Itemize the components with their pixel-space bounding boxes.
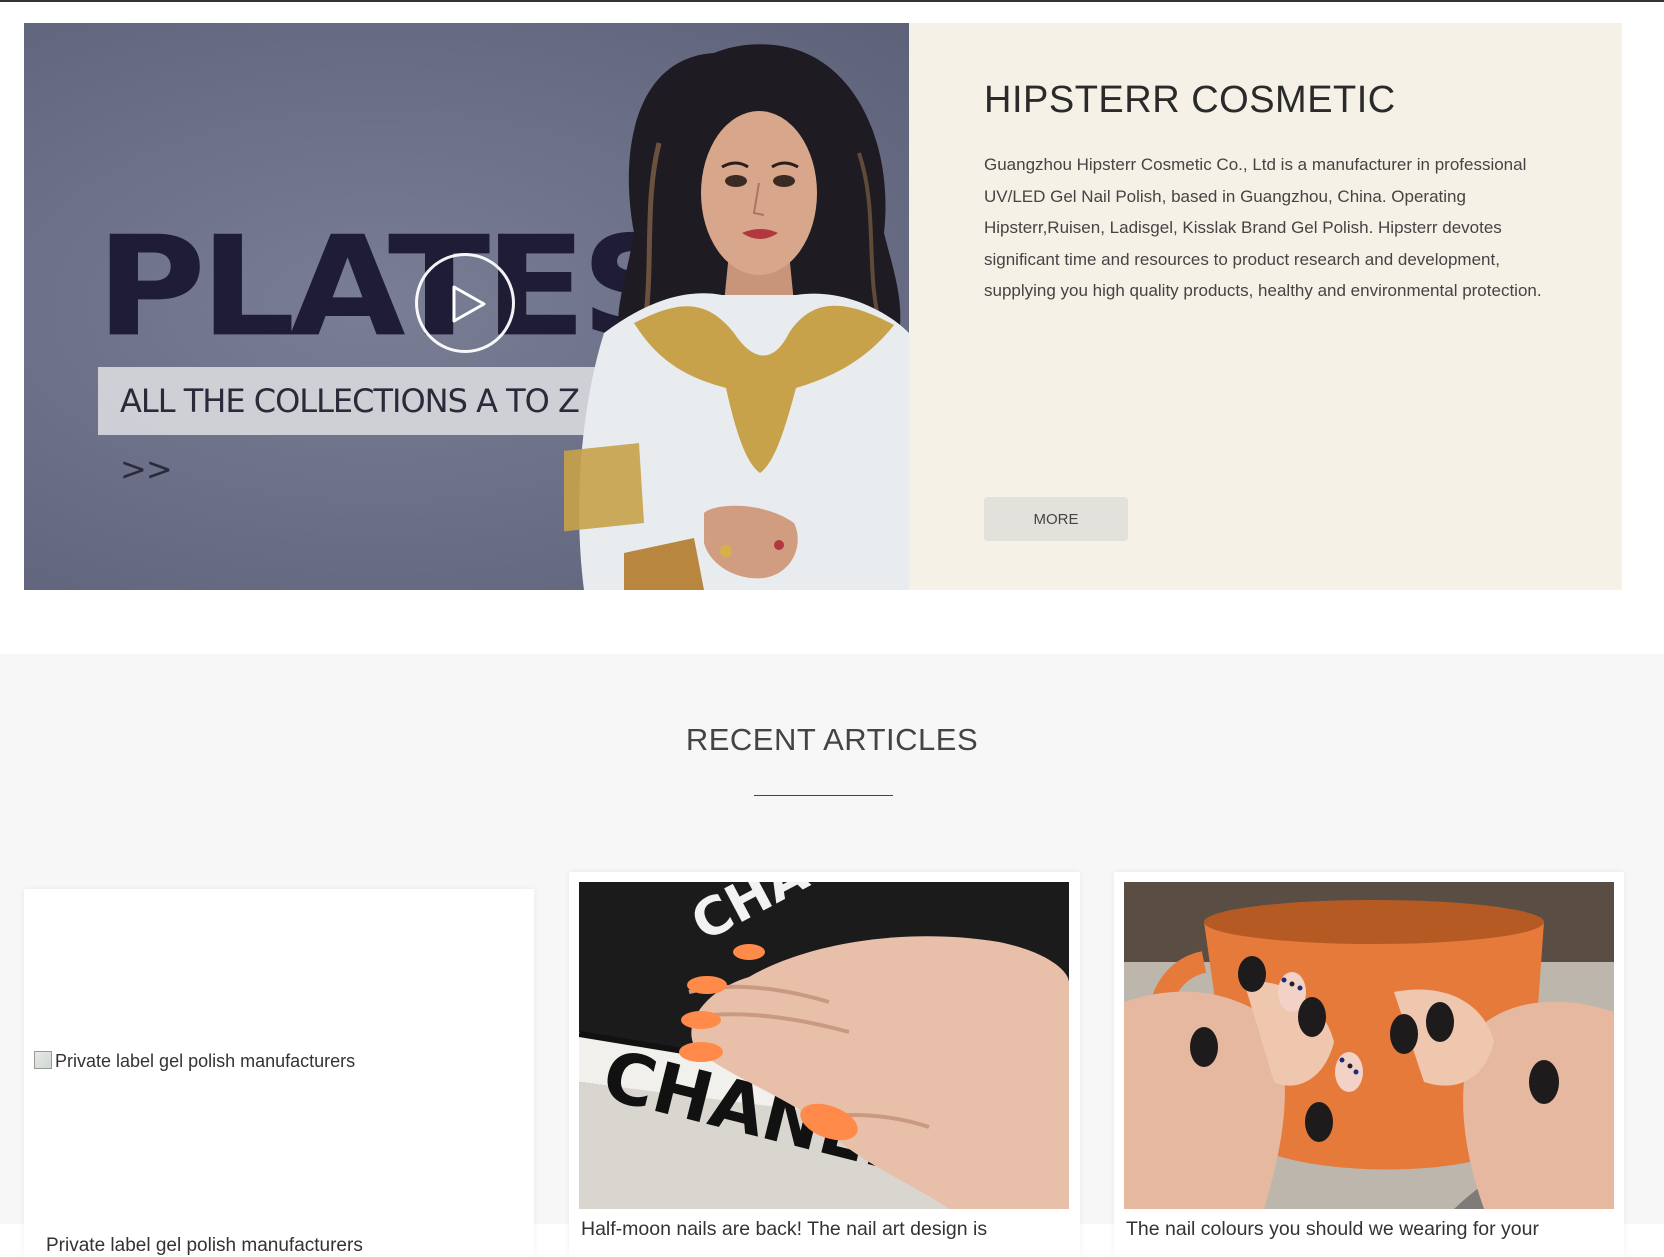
title-divider	[754, 795, 893, 796]
top-border	[0, 0, 1664, 2]
image-alt-text: Private label gel polish manufacturers	[55, 1051, 356, 1071]
play-button[interactable]	[415, 253, 515, 353]
video-thumbnail[interactable]: PLATES ALL THE COLLECTIONS A TO Z >>	[24, 23, 909, 590]
about-panel: HIPSTERR COSMETIC Guangzhou Hipsterr Cos…	[909, 23, 1622, 590]
about-section: PLATES ALL THE COLLECTIONS A TO Z >> HIP…	[24, 23, 1622, 590]
model-illustration	[564, 44, 909, 590]
section-title: RECENT ARTICLES	[685, 722, 979, 757]
broken-image-icon	[34, 1051, 52, 1069]
article-card[interactable]: Private label gel polish manufacturers P…	[24, 889, 534, 1257]
article-image[interactable]: CHANEL CHA	[579, 882, 1069, 1209]
article-card[interactable]: CHANEL CHA Half-moon nails are back! The…	[569, 872, 1080, 1257]
company-title: HIPSTERR COSMETIC	[984, 79, 1396, 121]
article-title[interactable]: Private label gel polish manufacturers	[46, 1235, 363, 1257]
more-button[interactable]: MORE	[984, 497, 1128, 541]
video-banner-text: ALL THE COLLECTIONS A TO Z >>	[98, 367, 598, 488]
article-image-broken[interactable]: Private label gel polish manufacturers	[34, 1051, 355, 1072]
article-title[interactable]: Half-moon nails are back! The nail art d…	[581, 1218, 987, 1241]
article-image[interactable]	[1124, 882, 1614, 1209]
recent-articles-section: RECENT ARTICLES Private label gel polish…	[0, 654, 1664, 1257]
article-title[interactable]: The nail colours you should we wearing f…	[1126, 1218, 1539, 1241]
article-card[interactable]: The nail colours you should we wearing f…	[1114, 872, 1624, 1257]
play-icon	[452, 285, 486, 323]
company-description: Guangzhou Hipsterr Cosmetic Co., Ltd is …	[984, 155, 1542, 300]
